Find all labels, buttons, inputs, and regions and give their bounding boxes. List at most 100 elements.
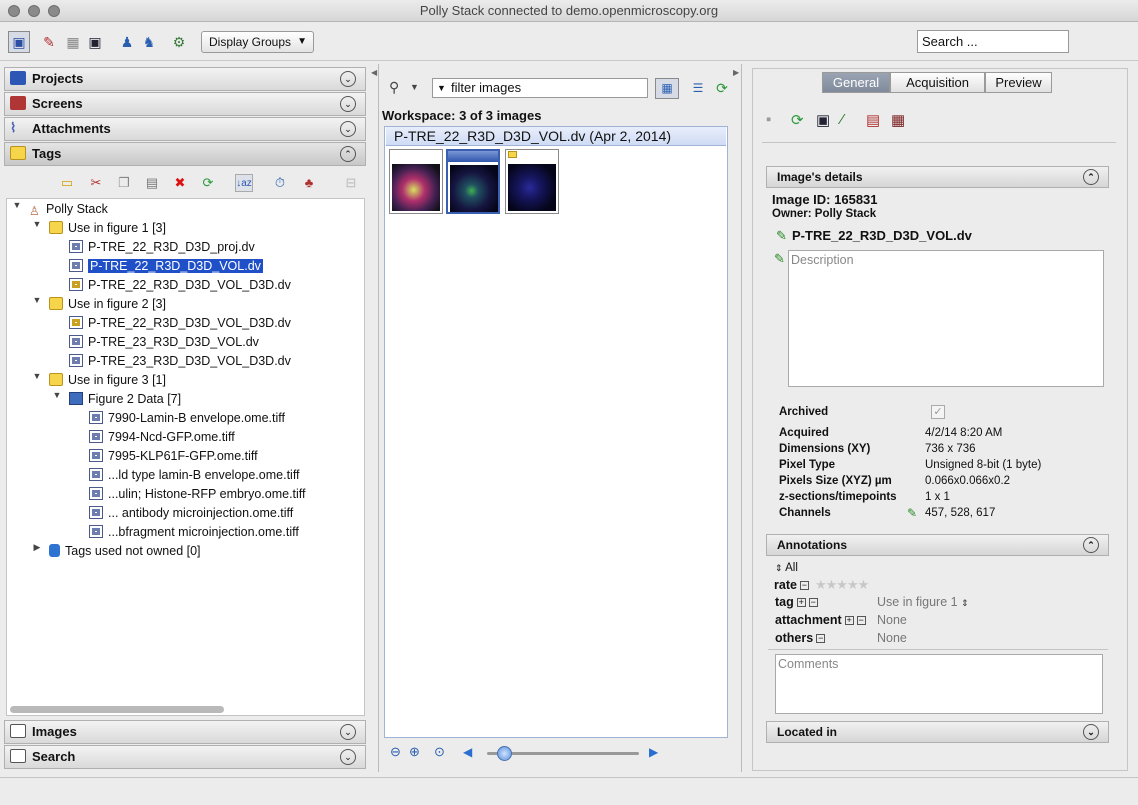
comments-field[interactable]: Comments bbox=[775, 654, 1103, 714]
expand-arrow-icon[interactable]: ▼ bbox=[31, 371, 43, 390]
tab-preview[interactable]: Preview bbox=[985, 72, 1052, 93]
filter-menu-arrow-icon[interactable]: ▼ bbox=[410, 82, 419, 92]
tree-image-item[interactable]: ...bfragment microinjection.ome.tiff bbox=[89, 523, 299, 542]
image-thumbnail[interactable] bbox=[505, 149, 559, 214]
screens-accordion[interactable]: Screens ⌄ bbox=[4, 92, 366, 116]
plus-icon[interactable]: + bbox=[796, 598, 806, 607]
image-thumbnail-selected[interactable] bbox=[446, 149, 500, 214]
import-icon[interactable]: ♣ bbox=[300, 174, 318, 192]
archived-checkbox[interactable]: ✓ bbox=[931, 405, 945, 419]
description-field[interactable]: Description bbox=[788, 250, 1104, 387]
save-icon[interactable]: ▪ bbox=[766, 111, 771, 128]
expand-arrow-icon[interactable]: ▼ bbox=[51, 390, 63, 409]
monitor-icon[interactable]: ▣ bbox=[84, 31, 106, 53]
rendering-icon[interactable]: ⁄ bbox=[841, 111, 844, 128]
edit-name-icon[interactable]: ✎ bbox=[776, 228, 787, 244]
tags-accordion[interactable]: Tags ⌃ bbox=[4, 142, 366, 166]
plus-icon[interactable]: + bbox=[844, 616, 854, 625]
located-in-header[interactable]: Located in ⌄ bbox=[766, 721, 1109, 743]
tag-use-in-figure-1[interactable]: Use in figure 1 [3] bbox=[49, 219, 166, 238]
paste-icon[interactable]: ▤ bbox=[143, 174, 161, 192]
image-thumbnail[interactable] bbox=[389, 149, 443, 214]
previous-arrow-icon[interactable]: ◀ bbox=[463, 745, 472, 759]
tree-image-item-selected[interactable]: P-TRE_22_R3D_D3D_VOL.dv bbox=[69, 257, 263, 276]
display-groups-dropdown[interactable]: Display Groups ▼ bbox=[201, 31, 314, 53]
user-icon[interactable]: ♟ bbox=[116, 31, 138, 53]
zoom-in-icon[interactable]: ⊕ bbox=[409, 744, 420, 760]
splitter-collapse-icon[interactable]: ▶ bbox=[733, 68, 739, 77]
viewer-icon[interactable]: ▣ bbox=[816, 111, 830, 129]
tree-image-item[interactable]: 7995-KLP61F-GFP.ome.tiff bbox=[89, 447, 258, 466]
tree-image-item[interactable]: P-TRE_22_R3D_D3D_VOL_D3D.dv bbox=[69, 276, 291, 295]
zoom-slider-thumb[interactable] bbox=[497, 746, 512, 761]
refresh-icon[interactable]: ⟳ bbox=[199, 174, 217, 192]
expand-arrow-icon[interactable]: ▼ bbox=[11, 200, 23, 219]
image-viewer-grid-icon[interactable]: ▦ bbox=[891, 111, 905, 129]
minus-icon[interactable]: − bbox=[808, 598, 818, 607]
tree-image-item[interactable]: 7994-Ncd-GFP.ome.tiff bbox=[89, 428, 235, 447]
annotations-filter-all[interactable]: ⇕ All bbox=[775, 562, 798, 574]
minimize-window-button[interactable] bbox=[28, 5, 40, 17]
tree-horizontal-scrollbar[interactable] bbox=[10, 706, 224, 713]
gallery-icon[interactable]: ▦ bbox=[62, 31, 84, 53]
splitter-right[interactable] bbox=[741, 64, 743, 772]
tree-image-item[interactable]: 7990-Lamin-B envelope.ome.tiff bbox=[89, 409, 285, 428]
images-details-header[interactable]: Image's details ⌃ bbox=[766, 166, 1109, 188]
tab-general[interactable]: General bbox=[822, 72, 890, 93]
scripts-icon[interactable]: ⚙ bbox=[168, 31, 190, 53]
tag-value[interactable]: Use in figure 1 ⇕ bbox=[877, 595, 969, 609]
tree-image-item[interactable]: P-TRE_23_R3D_D3D_VOL.dv bbox=[69, 333, 259, 352]
images-accordion[interactable]: Images ⌄ bbox=[4, 720, 366, 744]
zoom-fit-icon[interactable]: ⊙ bbox=[434, 744, 445, 760]
delete-icon[interactable]: ✖ bbox=[171, 174, 189, 192]
zoom-out-icon[interactable]: ⊖ bbox=[390, 744, 401, 760]
tree-image-item[interactable]: ...ld type lamin-B envelope.ome.tiff bbox=[89, 466, 300, 485]
tree-image-item[interactable]: P-TRE_22_R3D_D3D_proj.dv bbox=[69, 238, 255, 257]
tab-acquisition[interactable]: Acquisition bbox=[890, 72, 985, 93]
dataset-figure-2-data[interactable]: Figure 2 Data [7] bbox=[69, 390, 181, 409]
annotations-header[interactable]: Annotations ⌃ bbox=[766, 534, 1109, 556]
refresh-icon[interactable]: ⟳ bbox=[791, 111, 804, 129]
edit-notes-icon[interactable]: ✎ bbox=[38, 31, 60, 53]
tree-image-item[interactable]: ... antibody microinjection.ome.tiff bbox=[89, 504, 293, 523]
filter-icon[interactable]: ⚲ bbox=[389, 79, 399, 96]
tree-root-user[interactable]: ♙ Polly Stack bbox=[29, 200, 108, 219]
filter-images-input[interactable]: ▼ filter images bbox=[432, 78, 648, 98]
collapse-all-icon[interactable]: ⊟ bbox=[342, 174, 360, 192]
expand-arrow-icon[interactable]: ▼ bbox=[31, 295, 43, 314]
minus-icon[interactable]: − bbox=[856, 616, 866, 625]
hierarchy-view-icon[interactable]: ▣ bbox=[8, 31, 30, 53]
thumbnail-view-icon[interactable]: ▦ bbox=[655, 78, 679, 99]
minus-icon[interactable]: − bbox=[799, 581, 809, 590]
group-icon[interactable]: ♞ bbox=[138, 31, 160, 53]
search-input[interactable]: Search ... bbox=[917, 30, 1069, 53]
collapsed-arrow-icon[interactable]: ▶ bbox=[31, 542, 43, 561]
new-tag-icon[interactable]: ▭ bbox=[58, 174, 76, 192]
expand-arrow-icon[interactable]: ▼ bbox=[31, 219, 43, 238]
cut-icon[interactable]: ✂ bbox=[87, 174, 105, 192]
search-accordion[interactable]: Search ⌄ bbox=[4, 745, 366, 769]
timer-icon[interactable]: ⏱ bbox=[271, 174, 289, 192]
refresh-icon[interactable]: ⟳ bbox=[714, 78, 730, 99]
tags-not-owned[interactable]: Tags used not owned [0] bbox=[49, 542, 201, 561]
splitter-left[interactable] bbox=[378, 64, 380, 772]
tree-image-item[interactable]: P-TRE_22_R3D_D3D_VOL_D3D.dv bbox=[69, 314, 291, 333]
attachments-accordion[interactable]: ⌇ Attachments ⌄ bbox=[4, 117, 366, 141]
tree-image-item[interactable]: ...ulin; Histone-RFP embryo.ome.tiff bbox=[89, 485, 306, 504]
projects-accordion[interactable]: Projects ⌄ bbox=[4, 67, 366, 91]
tag-use-in-figure-2[interactable]: Use in figure 2 [3] bbox=[49, 295, 166, 314]
minus-icon[interactable]: − bbox=[816, 634, 826, 643]
close-window-button[interactable] bbox=[8, 5, 20, 17]
edit-description-icon[interactable]: ✎ bbox=[774, 251, 785, 267]
list-view-icon[interactable]: ☰ bbox=[688, 78, 708, 99]
copy-icon[interactable]: ❐ bbox=[115, 174, 133, 192]
rating-stars[interactable]: ★★★★★ bbox=[815, 577, 869, 593]
download-icon[interactable]: ▤ bbox=[866, 111, 880, 129]
sort-alpha-icon[interactable]: ↓az bbox=[235, 174, 253, 192]
tag-use-in-figure-3[interactable]: Use in figure 3 [1] bbox=[49, 371, 166, 390]
splitter-collapse-icon[interactable]: ◀ bbox=[371, 68, 377, 77]
tree-image-item[interactable]: P-TRE_23_R3D_D3D_VOL_D3D.dv bbox=[69, 352, 291, 371]
next-arrow-icon[interactable]: ▶ bbox=[649, 745, 658, 759]
edit-channels-icon[interactable]: ✎ bbox=[907, 506, 917, 520]
zoom-window-button[interactable] bbox=[48, 5, 60, 17]
